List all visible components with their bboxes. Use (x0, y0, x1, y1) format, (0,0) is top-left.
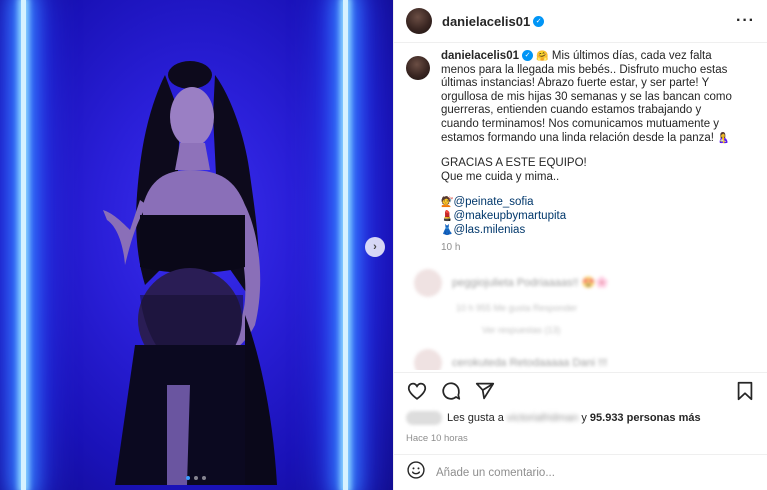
tag-row: 💇@peinate_sofia (441, 196, 741, 210)
comment-icon[interactable] (440, 380, 462, 402)
avatar[interactable] (414, 348, 442, 370)
caption-emoji-start: 🤗 (536, 51, 549, 62)
comment-item: cerokuteda Retodaaaaa Dani !!! (414, 348, 756, 370)
view-replies-link[interactable]: Ver respuestas (13) (482, 325, 756, 335)
neon-light-left (21, 0, 26, 490)
caption-emoji-end: 🤱 (717, 132, 730, 144)
woman-figure (103, 61, 277, 485)
chevron-right-icon: › (373, 241, 377, 253)
tag-link[interactable]: @las.milenias (453, 224, 525, 236)
comment-input[interactable]: Añade un comentario... (436, 467, 555, 479)
send-icon[interactable] (474, 380, 496, 402)
post-side-panel: danielacelis01 ✓ ··· danielacelis01 ✓ 🤗 M… (393, 0, 767, 490)
add-comment-bar: Añade un comentario... (394, 454, 767, 490)
hair-icon: 💇 (441, 197, 454, 209)
avatar[interactable] (406, 56, 430, 80)
comment-item: peggiojulieta Podriaaaas!! 😍🌸 (414, 268, 756, 297)
thanks-line: GRACIAS A ESTE EQUIPO! (441, 157, 587, 170)
avatar[interactable] (414, 268, 442, 297)
post-photo[interactable]: › (0, 0, 393, 490)
post-time-ago: Hace 10 horas (406, 433, 468, 444)
carousel-indicator (186, 476, 206, 480)
post-header: danielacelis01 ✓ ··· (394, 0, 767, 43)
comment-meta: 10 h 955 Me gusta Responder (456, 302, 578, 313)
liker-name[interactable]: victoriafridman (507, 412, 579, 424)
emoji-icon[interactable] (406, 460, 426, 485)
likes-count[interactable]: 95.933 personas más (590, 412, 701, 424)
thanks-line: Que me cuida y mima.. (441, 170, 560, 183)
comment-text: cerokuteda Retodaaaaa Dani !!! (452, 356, 608, 369)
verified-badge-icon: ✓ (533, 15, 545, 27)
liker-avatars (406, 411, 442, 425)
carousel-dot (194, 476, 198, 480)
caption-line: panza! (679, 131, 714, 144)
tag-row: 👗@las.milenias (441, 224, 741, 238)
tag-link[interactable]: @peinate_sofia (453, 196, 533, 208)
username-link[interactable]: danielacelis01 (442, 14, 530, 29)
actions-bar: Les gusta a victoriafridman y 95.933 per… (394, 372, 767, 444)
likes-summary[interactable]: Les gusta a victoriafridman y 95.933 per… (406, 411, 756, 425)
heart-icon[interactable] (406, 380, 428, 402)
likes-middle: y (581, 412, 587, 424)
dress-icon: 👗 (441, 224, 454, 236)
carousel-dot (202, 476, 206, 480)
next-image-button[interactable]: › (365, 237, 385, 257)
comments-section[interactable]: danielacelis01 ✓ 🤗 Mis últimos días, cada… (394, 50, 767, 370)
username-link[interactable]: danielacelis01 (441, 50, 519, 62)
lipstick-icon: 💄 (441, 210, 454, 222)
caption-text: danielacelis01 ✓ 🤗 Mis últimos días, cada… (441, 50, 741, 255)
carousel-dot (186, 476, 190, 480)
tag-link[interactable]: @makeupbymartupita (453, 210, 566, 222)
neon-light-right (343, 0, 348, 490)
tag-row: 💄@makeupbymartupita (441, 210, 741, 224)
likes-prefix: Les gusta a (447, 412, 504, 424)
caption: danielacelis01 ✓ 🤗 Mis últimos días, cada… (406, 50, 756, 255)
verified-badge-icon: ✓ (522, 50, 533, 62)
bookmark-icon[interactable] (734, 380, 756, 402)
more-options-icon[interactable]: ··· (736, 12, 755, 30)
avatar[interactable] (406, 8, 432, 34)
comment-text: peggiojulieta Podriaaaas!! 😍🌸 (452, 277, 610, 290)
caption-time: 10 h (441, 242, 461, 254)
